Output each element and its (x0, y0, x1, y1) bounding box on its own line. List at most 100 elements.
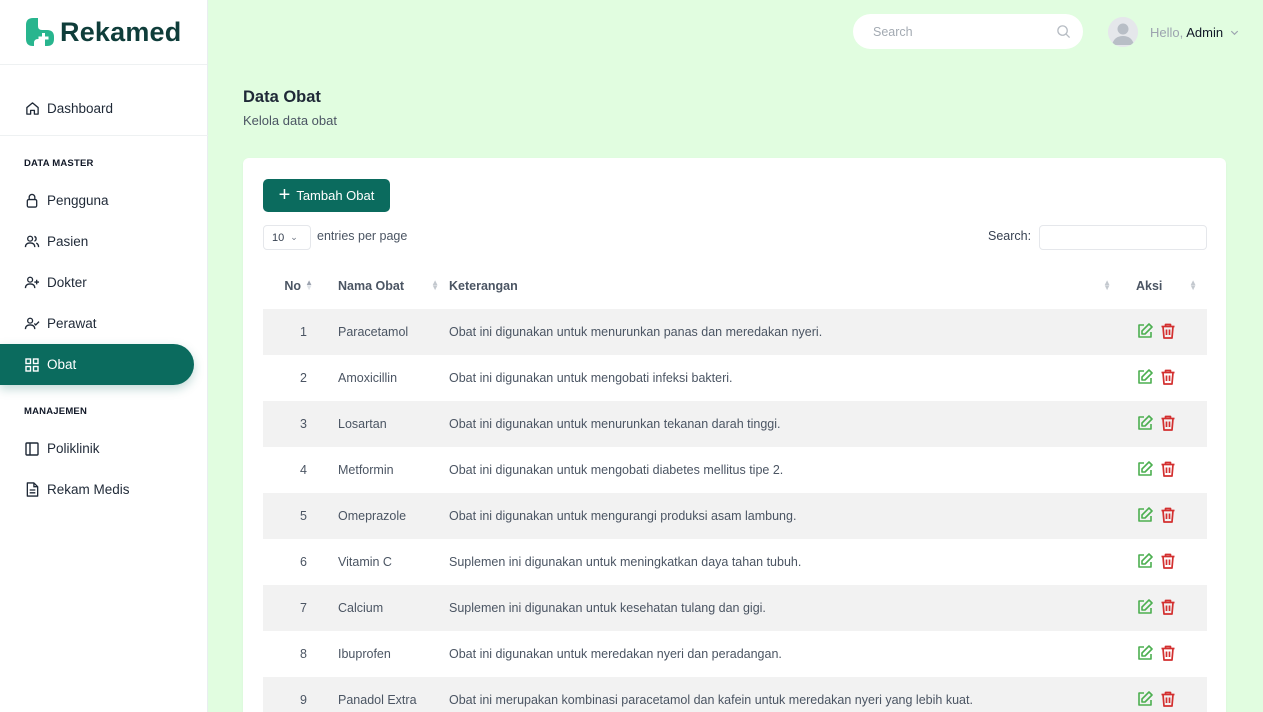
table-search-label: Search: (988, 229, 1032, 243)
page-subtitle: Kelola data obat (243, 113, 337, 128)
column-header-label: Keterangan (449, 279, 518, 293)
cell-no: 4 (300, 463, 307, 477)
document-icon (24, 482, 40, 498)
edit-icon[interactable] (1136, 506, 1154, 524)
delete-icon[interactable] (1159, 690, 1177, 708)
sidebar-item-label: Perawat (47, 316, 97, 331)
edit-icon[interactable] (1136, 414, 1154, 432)
sidebar-item-obat[interactable]: Obat (0, 344, 194, 385)
global-search-input[interactable] (873, 24, 1048, 39)
page-length-value: 10 (272, 231, 285, 244)
plus-icon: + (278, 183, 291, 206)
sidebar-item-label: Pasien (47, 234, 89, 249)
edit-icon[interactable] (1136, 368, 1154, 386)
edit-icon[interactable] (1136, 552, 1154, 570)
user-check-icon (24, 316, 40, 332)
sidebar-item-label: Rekam Medis (47, 482, 130, 497)
sidebar-item-dashboard[interactable]: Dashboard (0, 88, 207, 129)
edit-icon[interactable] (1136, 322, 1154, 340)
sidebar-item-dokter[interactable]: Dokter (0, 262, 207, 303)
cell-no: 2 (300, 371, 307, 385)
cell-keterangan: Suplemen ini digunakan untuk kesehatan t… (449, 601, 766, 615)
sidebar: Rekamed Dashboard DATA MASTER Pengguna P… (0, 0, 208, 712)
chevron-down-icon: ⌄ (290, 232, 298, 242)
delete-icon[interactable] (1159, 460, 1177, 478)
table-search-input[interactable] (1039, 225, 1207, 250)
global-search[interactable] (853, 14, 1083, 49)
cell-no: 9 (300, 693, 307, 707)
sidebar-item-poliklinik[interactable]: Poliklinik (0, 428, 207, 469)
cell-nama-obat: Metformin (338, 463, 394, 477)
cell-nama-obat: Amoxicillin (338, 371, 398, 385)
table-row: 2 Amoxicillin Obat ini digunakan untuk men… (263, 355, 1207, 401)
sidebar-item-label: Dashboard (47, 101, 114, 116)
column-header-label: Aksi (1136, 279, 1163, 293)
table-row: 6 Vitamin C Suplemen ini digunakan untuk m… (263, 539, 1207, 585)
avatar[interactable] (1108, 17, 1138, 47)
user-plus-icon (24, 275, 40, 291)
delete-icon[interactable] (1159, 506, 1177, 524)
add-button-label: Tambah Obat (296, 188, 375, 203)
cell-aksi (1121, 355, 1207, 401)
cell-aksi (1121, 401, 1207, 447)
edit-icon[interactable] (1136, 690, 1154, 708)
cell-nama-obat: Ibuprofen (338, 647, 391, 661)
cell-no: 7 (300, 601, 307, 615)
sidebar-item-pengguna[interactable]: Pengguna (0, 180, 207, 221)
edit-icon[interactable] (1136, 460, 1154, 478)
column-header-aksi[interactable]: Aksi ▲ ▼ (1121, 263, 1207, 309)
column-header-nama[interactable]: Nama Obat ▲ ▼ (323, 263, 449, 309)
search-icon[interactable] (1056, 24, 1071, 39)
table-body: 1 Paracetamol Obat ini digunakan untuk men… (263, 309, 1207, 712)
sort-icon: ▲ ▼ (431, 278, 439, 292)
cell-keterangan: Obat ini digunakan untuk mengobati diabe… (449, 463, 784, 477)
sidebar-item-pasien[interactable]: Pasien (0, 221, 207, 262)
cell-keterangan: Obat ini merupakan kombinasi paracetamol… (449, 693, 973, 707)
data-table-card: + Tambah Obat 10 ⌄ entries per page Sear… (243, 158, 1226, 712)
delete-icon[interactable] (1159, 322, 1177, 340)
page-length-select[interactable]: 10 ⌄ (263, 225, 311, 250)
grid-icon (24, 357, 40, 373)
table-row: 4 Metformin Obat ini digunakan untuk mengo… (263, 447, 1207, 493)
section-heading-data-master: DATA MASTER (24, 158, 94, 169)
edit-icon[interactable] (1136, 598, 1154, 616)
greeting-text: Hello, (1150, 24, 1184, 40)
cell-aksi (1121, 309, 1207, 355)
table-row: 3 Losartan Obat ini digunakan untuk menuru… (263, 401, 1207, 447)
cell-no: 8 (300, 647, 307, 661)
table-row: 8 Ibuprofen Obat ini digunakan untuk mered… (263, 631, 1207, 677)
sidebar-item-label: Obat (47, 357, 77, 372)
cell-aksi (1121, 585, 1207, 631)
cell-nama-obat: Vitamin C (338, 555, 392, 569)
cell-keterangan: Suplemen ini digunakan untuk meningkatka… (449, 555, 802, 569)
edit-icon[interactable] (1136, 644, 1154, 662)
delete-icon[interactable] (1159, 598, 1177, 616)
cell-keterangan: Obat ini digunakan untuk menurunkan pana… (449, 325, 823, 339)
cell-no: 3 (300, 417, 307, 431)
cell-nama-obat: Omeprazole (338, 509, 407, 523)
delete-icon[interactable] (1159, 368, 1177, 386)
page-length-label: entries per page (317, 229, 408, 243)
column-header-no[interactable]: No ▲ ▼ (263, 263, 323, 309)
cell-keterangan: Obat ini digunakan untuk mengobati infek… (449, 371, 733, 385)
section-heading-manajemen: MANAJEMEN (24, 406, 88, 417)
delete-icon[interactable] (1159, 552, 1177, 570)
sort-icon: ▲ ▼ (1189, 278, 1197, 292)
cell-aksi (1121, 447, 1207, 493)
delete-icon[interactable] (1159, 414, 1177, 432)
add-obat-button[interactable]: + Tambah Obat (263, 179, 390, 212)
sidebar-item-label: Pengguna (47, 193, 109, 208)
user-menu[interactable]: Hello, Admin (1108, 17, 1240, 47)
home-icon (24, 101, 40, 117)
brand[interactable]: Rekamed (0, 0, 207, 65)
delete-icon[interactable] (1159, 644, 1177, 662)
column-header-keterangan[interactable]: Keterangan ▲ ▼ (449, 263, 1121, 309)
obat-table: No ▲ ▼ Nama Obat ▲ ▼ Keterangan ▲ ▼ Aksi ▲ ▼… (263, 263, 1207, 712)
chevron-down-icon[interactable] (1229, 27, 1240, 38)
cell-keterangan: Obat ini digunakan untuk mengurangi prod… (449, 509, 797, 523)
sidebar-item-perawat[interactable]: Perawat (0, 303, 207, 344)
cell-nama-obat: Panadol Extra (338, 693, 417, 707)
cell-keterangan: Obat ini digunakan untuk meredakan nyeri… (449, 647, 782, 661)
logo-icon (24, 16, 56, 48)
sidebar-item-rekam-medis[interactable]: Rekam Medis (0, 469, 207, 510)
